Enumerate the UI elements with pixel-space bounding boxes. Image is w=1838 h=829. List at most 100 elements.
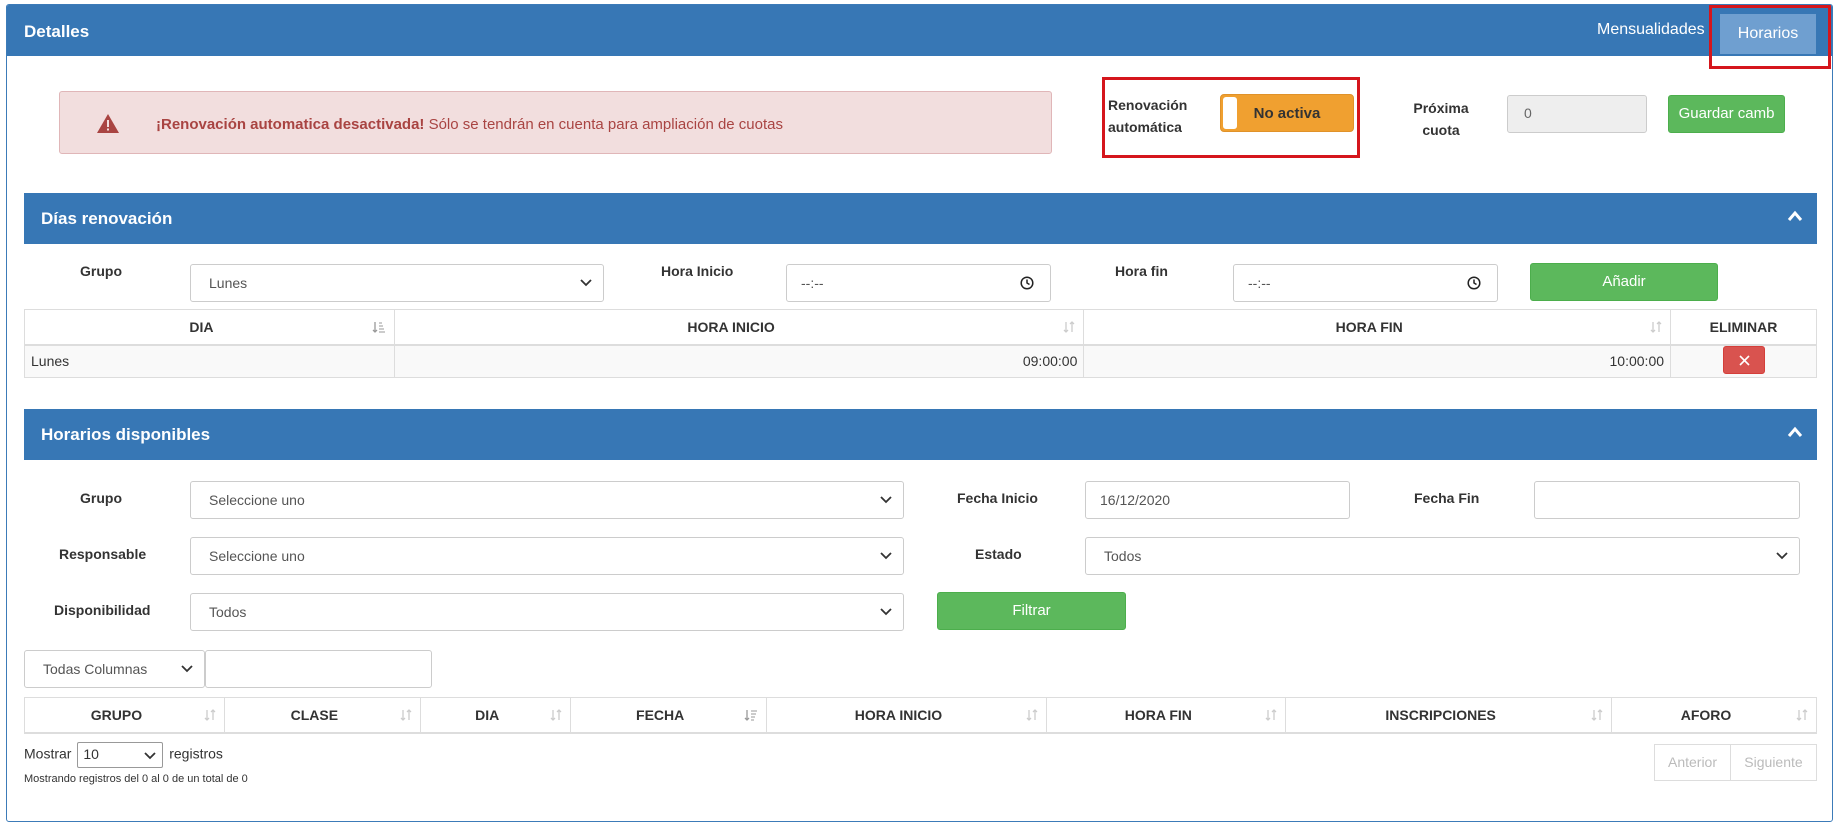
warning-icon [96,113,120,137]
tab-mensualidades[interactable]: Mensualidades [1597,21,1705,39]
sort-asc-icon[interactable] [372,320,386,337]
renovacion-label-line1: Renovación [1108,97,1188,113]
dias-renovacion-header[interactable]: Días renovación [24,193,1817,244]
clock-icon[interactable] [1467,276,1481,293]
renovacion-highlight: Renovación automática No activa [1102,77,1360,158]
table-search-input[interactable] [205,650,432,688]
sort-icon[interactable] [1650,320,1662,337]
horarios-grupo-select[interactable]: Seleccione uno [190,481,904,519]
col-dia[interactable]: DIA [419,697,571,734]
renovacion-toggle[interactable]: No activa [1220,94,1354,132]
estado-label: Estado [975,546,1022,562]
sort-icon[interactable] [1796,708,1808,725]
disponibilidad-label: Disponibilidad [54,602,151,618]
toggle-label: No activa [1253,105,1321,122]
chevron-down-icon [1775,548,1789,565]
dias-renovacion-title: Días renovación [41,209,173,228]
details-title: Detalles [24,22,90,41]
anterior-button[interactable]: Anterior [1654,744,1731,781]
col-hora-inicio[interactable]: HORA INICIO [765,697,1048,734]
sort-desc-icon[interactable] [744,708,758,725]
col-grupo[interactable]: GRUPO [24,697,225,734]
fecha-inicio-input[interactable]: 16/12/2020 [1085,481,1350,519]
col-fecha[interactable]: FECHA [569,697,767,734]
hora-fin-value: --:-- [1248,275,1271,291]
chevron-down-icon [879,492,893,509]
sort-icon[interactable] [1026,708,1038,725]
proxima-cuota-input[interactable]: 0 [1507,95,1647,133]
disponibilidad-select[interactable]: Todos [190,593,904,631]
dias-grupo-value: Lunes [209,275,248,291]
disponibilidad-value: Todos [209,604,247,620]
alert-strong-text: ¡Renovación automatica desactivada! [156,116,425,133]
horarios-table-header: GRUPO CLASE DIA FECHA HORA INICIO HORA F… [24,697,1817,734]
horarios-disponibles-title: Horarios disponibles [41,425,211,444]
proxima-cuota-label: Próxima cuota [1405,97,1477,141]
chevron-up-icon[interactable] [1787,209,1803,225]
table-row: Lunes 09:00:00 10:00:00 [24,344,1817,378]
estado-select[interactable]: Todos [1085,537,1800,575]
hora-inicio-label: Hora Inicio [661,263,734,279]
chevron-up-icon[interactable] [1787,425,1803,441]
renovation-alert: ¡Renovación automatica desactivada! Sólo… [59,91,1052,154]
sort-icon[interactable] [204,708,216,725]
col-dia[interactable]: DIA [24,309,395,346]
col-aforo[interactable]: AFORO [1611,697,1817,734]
col-hora-fin[interactable]: HORA FIN [1083,309,1672,346]
responsable-select[interactable]: Seleccione uno [190,537,904,575]
hora-inicio-input[interactable]: --:-- [786,264,1051,302]
estado-value: Todos [1104,548,1142,564]
chevron-down-icon [879,604,893,621]
sort-icon[interactable] [1063,320,1075,337]
columnas-select[interactable]: Todas Columnas [24,650,205,688]
page-size-select[interactable]: 10 [77,742,164,768]
horarios-table: GRUPO CLASE DIA FECHA HORA INICIO HORA F… [24,697,1817,734]
table-info-text: Mostrando registros del 0 al 0 de un tot… [24,773,248,785]
col-eliminar: ELIMINAR [1670,309,1817,346]
renovacion-label-line2: automática [1108,119,1182,135]
guardar-button[interactable]: Guardar camb [1668,95,1785,133]
chevron-down-icon [144,748,156,764]
alert-detail-text: Sólo se tendrán en cuenta para ampliació… [424,116,783,133]
dias-grupo-select[interactable]: Lunes [190,264,604,302]
dias-table: DIA HORA INICIO HORA FIN ELIMINAR Lunes … [24,309,1817,378]
details-panel: Detalles Mensualidades Horarios ¡Renovac… [6,4,1833,822]
fecha-inicio-label: Fecha Inicio [957,490,1038,506]
proxima-label-line1: Próxima [1413,100,1469,116]
horarios-disponibles-header[interactable]: Horarios disponibles [24,409,1817,460]
renovacion-label: Renovación automática [1108,94,1187,138]
sort-icon[interactable] [1265,708,1277,725]
row-hora-fin: 10:00:00 [1083,344,1672,378]
siguiente-button[interactable]: Siguiente [1730,744,1817,781]
tab-horarios-highlight: Horarios [1709,5,1831,69]
chevron-down-icon [180,661,194,678]
close-icon [1738,355,1750,366]
row-dia: Lunes [24,344,395,378]
col-hora-fin[interactable]: HORA FIN [1046,697,1287,734]
row-eliminar-cell [1670,344,1817,378]
col-hora-inicio[interactable]: HORA INICIO [393,309,1085,346]
hora-inicio-value: --:-- [801,275,824,291]
anadir-button[interactable]: Añadir [1530,263,1718,301]
delete-button[interactable] [1722,345,1765,374]
page-size-value: 10 [83,746,99,762]
dias-grupo-label: Grupo [80,263,122,279]
sort-icon[interactable] [400,708,412,725]
dias-table-header: DIA HORA INICIO HORA FIN ELIMINAR [24,309,1817,346]
mostrar-label: Mostrar [24,745,72,762]
hora-fin-input[interactable]: --:-- [1233,264,1498,302]
sort-icon[interactable] [1591,708,1603,725]
fecha-fin-label: Fecha Fin [1414,490,1480,506]
responsable-value: Seleccione uno [209,548,305,564]
hora-fin-label: Hora fin [1115,263,1168,279]
filtrar-button[interactable]: Filtrar [937,592,1126,630]
fecha-fin-input[interactable] [1534,481,1800,519]
sort-icon[interactable] [550,708,562,725]
tab-horarios[interactable]: Horarios [1720,14,1816,54]
registros-label: registros [169,745,223,762]
details-header: Detalles Mensualidades [7,5,1832,56]
page-size-control: Mostrar 10 registros [24,742,223,768]
col-clase[interactable]: CLASE [223,697,421,734]
col-inscripciones[interactable]: INSCRIPCIONES [1285,697,1613,734]
clock-icon[interactable] [1020,276,1034,293]
